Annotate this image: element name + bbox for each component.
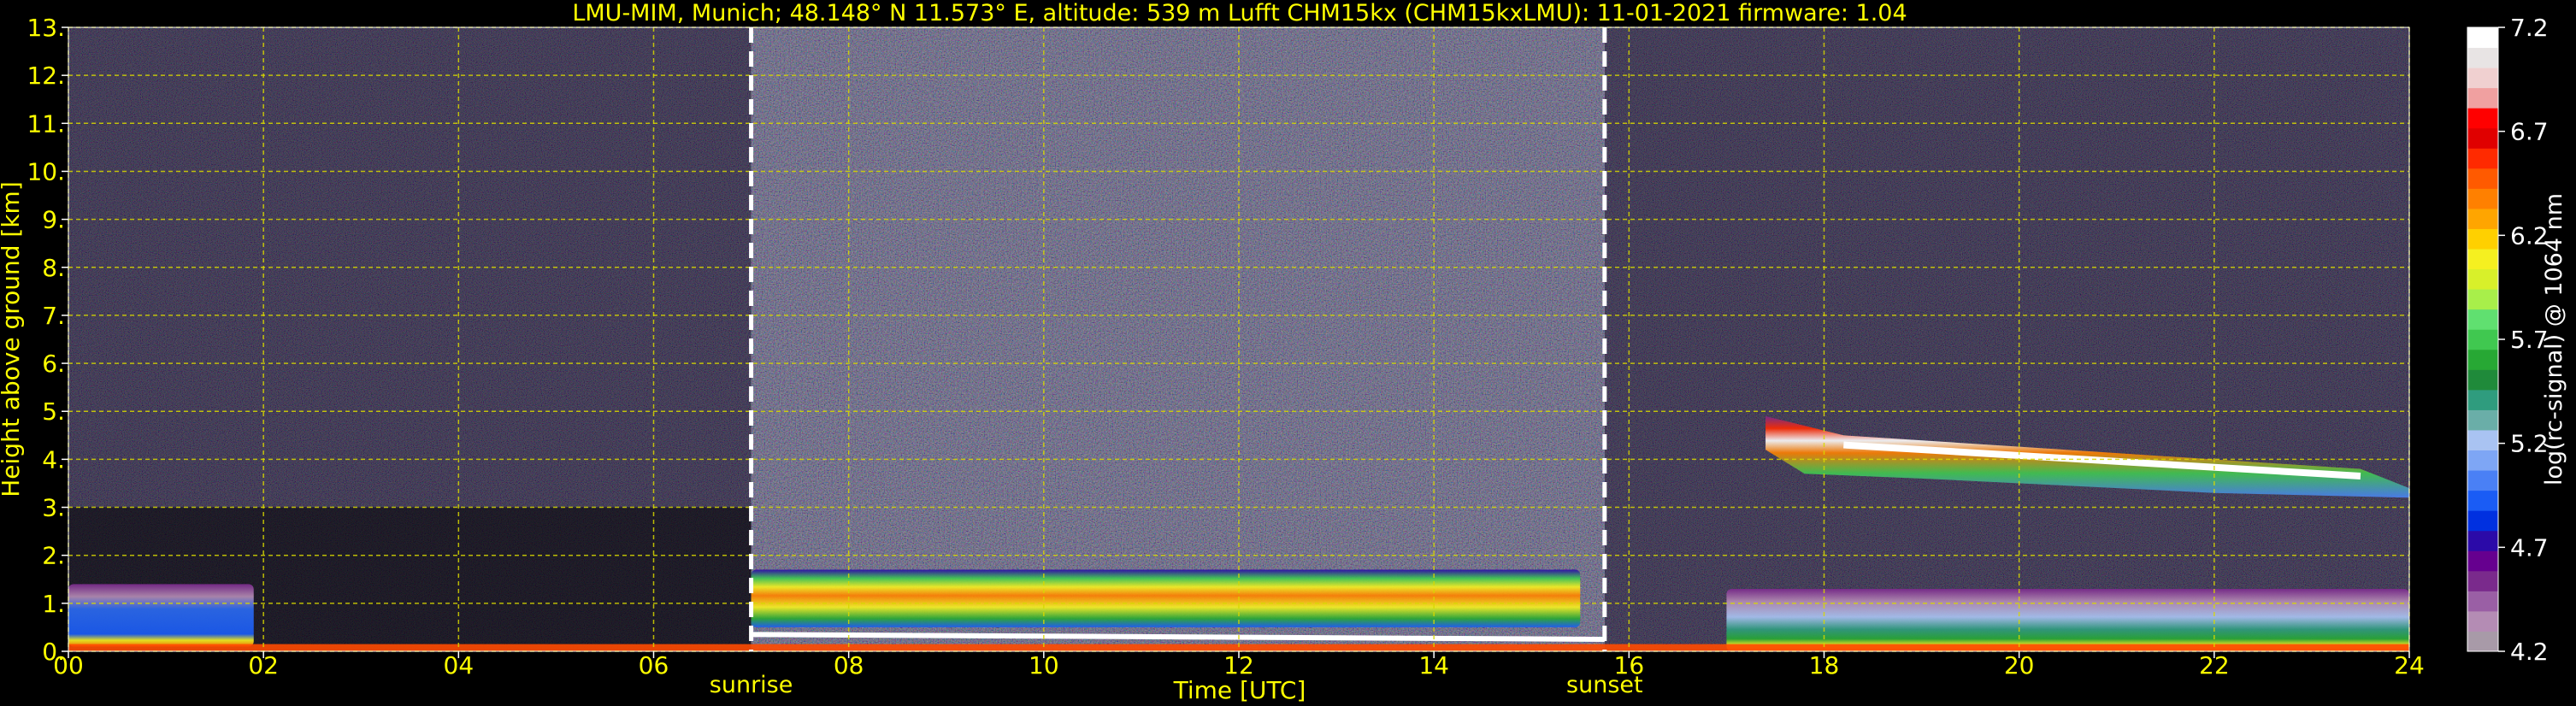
x-tick-label: 20 (2004, 651, 2035, 680)
y-tick-label: 11. (27, 109, 65, 138)
y-tick-label: 9. (42, 206, 65, 234)
y-tick-label: 12. (27, 62, 65, 90)
colorbar-segment (2467, 369, 2498, 391)
colorbar-tick-label: 7.2 (2510, 14, 2549, 42)
colorbar-segment (2467, 409, 2498, 431)
x-axis-label: Time [UTC] (1173, 676, 1306, 704)
colorbar-segment (2467, 530, 2498, 551)
y-tick-label: 5. (42, 397, 65, 426)
y-tick-label: 3. (42, 494, 65, 522)
colorbar-segment (2467, 450, 2498, 471)
colorbar-segment (2467, 108, 2498, 129)
x-tick-label: 12 (1223, 651, 1254, 680)
colorbar-segment (2467, 249, 2498, 270)
colorbar-segment (2467, 591, 2498, 612)
colorbar-segment (2467, 47, 2498, 68)
colorbar-segment (2467, 289, 2498, 310)
colorbar-segment (2467, 188, 2498, 209)
colorbar-segment (2467, 610, 2498, 632)
colorbar-segment (2467, 148, 2498, 169)
colorbar-segment (2467, 228, 2498, 250)
sunset-label: sunset (1566, 672, 1643, 698)
y-tick-label: 0. (42, 638, 65, 666)
colorbar-segment (2467, 429, 2498, 451)
y-axis-label: Height above ground [km] (0, 181, 25, 497)
x-tick-label: 22 (2199, 651, 2230, 680)
ceilometer-chart: LMU-MIM, Munich; 48.148° N 11.573° E, al… (0, 0, 2567, 704)
colorbar-segment (2467, 127, 2498, 149)
feature-morning-aerosol-layer (68, 584, 254, 647)
x-tick-label: 18 (1809, 651, 1840, 680)
y-tick-label: 7. (42, 302, 65, 330)
colorbar-segment (2467, 87, 2498, 109)
colorbar-tick-label: 4.7 (2510, 533, 2549, 562)
colorbar-segment (2467, 208, 2498, 229)
feature-evening-aerosol-layer (1726, 589, 2409, 651)
sunrise-label: sunrise (710, 672, 793, 698)
colorbar-segment (2467, 68, 2498, 89)
x-tick-label: 08 (834, 651, 864, 680)
colorbar: 4.24.75.25.76.26.77.2 (2467, 14, 2549, 666)
y-tick-label: 4. (42, 445, 65, 474)
x-tick-label: 04 (444, 651, 475, 680)
y-tick-label: 8. (42, 254, 65, 282)
y-tick-label: 13. (27, 14, 65, 42)
x-tick-label: 24 (2394, 651, 2425, 680)
daytime-haze (751, 27, 1605, 651)
colorbar-segment (2467, 631, 2498, 652)
x-tick-label: 14 (1418, 651, 1449, 680)
colorbar-segment (2467, 329, 2498, 350)
x-tick-label: 02 (248, 651, 279, 680)
y-tick-label: 1. (42, 590, 65, 618)
colorbar-segment (2467, 27, 2498, 49)
colorbar-segment (2467, 268, 2498, 290)
colorbar-segment (2467, 389, 2498, 410)
x-tick-label: 06 (639, 651, 669, 680)
colorbar-segment (2467, 570, 2498, 591)
colorbar-segment (2467, 490, 2498, 511)
y-axis-ticks: 0. 1. 2. 3. 4. 5. 6. 7. 8. 9. 10. 11. 12. 13. (27, 14, 68, 666)
y-tick-label: 2. (42, 542, 65, 570)
x-tick-label: 10 (1029, 651, 1059, 680)
colorbar-segment (2467, 470, 2498, 491)
chart-title: LMU-MIM, Munich; 48.148° N 11.573° E, al… (572, 0, 1907, 26)
colorbar-tick-label: 4.2 (2510, 638, 2549, 666)
x-axis-ticks: 00 02 04 06 08 10 12 14 16 18 20 22 24 (53, 651, 2425, 680)
colorbar-segment (2467, 309, 2498, 330)
colorbar-tick-label: 6.7 (2510, 118, 2549, 146)
colorbar-label: log(rc-signal) @ 1064 nm (2541, 193, 2567, 485)
y-tick-label: 6. (42, 350, 65, 378)
colorbar-segment (2467, 510, 2498, 532)
colorbar-segment (2467, 349, 2498, 370)
y-tick-label: 10. (27, 157, 65, 185)
feature-boundary-layer-aerosol (751, 569, 1581, 627)
colorbar-segment (2467, 550, 2498, 572)
colorbar-segment (2467, 168, 2498, 189)
